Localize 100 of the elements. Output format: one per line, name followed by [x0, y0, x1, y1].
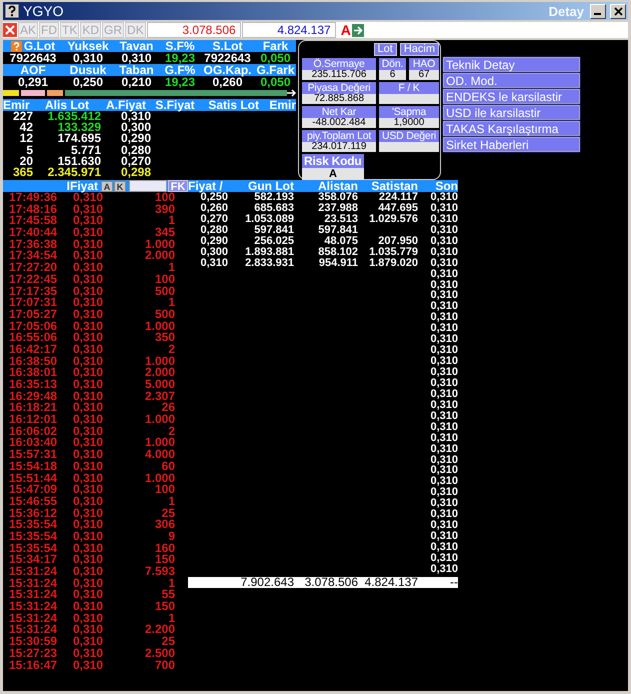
trade-price: 0,310 [72, 660, 104, 672]
table-cell-text: 23.513 [323, 214, 358, 225]
trade-lot: 700 [154, 660, 175, 672]
table-cell-text: 0,310 [199, 258, 228, 269]
close-icon[interactable] [3, 23, 17, 37]
field-label: Ö.Sermaye [302, 58, 376, 70]
trade-time: 15:51:44 [8, 472, 58, 484]
stat-value: 0,310 [72, 52, 104, 64]
trade-time: 15:31:24 [8, 589, 58, 602]
table-cell-text: 0,310 [429, 509, 458, 520]
order-count: 12 [18, 133, 33, 145]
trade-price: 0,310 [72, 274, 104, 286]
stat-value: 0,050 [259, 76, 292, 88]
field-label: USD Değeri [379, 130, 439, 142]
menu-button[interactable]: Teknik Detay [443, 57, 580, 72]
sort-button[interactable]: A [101, 180, 113, 192]
stat-value: 19,23 [164, 52, 196, 64]
toolbar-tab[interactable]: AK [18, 22, 38, 38]
trade-lot: 25 [160, 636, 175, 648]
toolbar-tab[interactable]: DK [125, 22, 146, 38]
column-header: G.F% [164, 64, 196, 76]
trade-price: 0,310 [72, 332, 104, 344]
table-cell-text: 0,310 [429, 323, 458, 334]
column-header: Emir [3, 99, 33, 111]
field-label: 'Sapma [379, 106, 439, 118]
trade-time: 17:34:54 [8, 250, 58, 262]
buy-total: 3.078.506 [146, 22, 241, 38]
trade-time: 16:42:17 [8, 344, 58, 356]
stat-value: 0,260 [212, 76, 243, 88]
trade-time: 15:34:17 [8, 554, 58, 566]
mode-button[interactable]: Hacim [400, 43, 439, 56]
mode-button[interactable]: Lot [374, 43, 397, 56]
table-cell-text: 0,310 [429, 224, 458, 236]
column-header: Alistan [294, 180, 358, 192]
table-cell-text: 0,310 [429, 356, 458, 367]
toolbar-tab[interactable]: FD [39, 22, 60, 38]
table-cell-text: 0,310 [429, 258, 458, 269]
table-cell-text: 0,310 [429, 432, 458, 444]
trade-price: 0,310 [72, 320, 104, 332]
column-header: A.Fiyat [101, 99, 151, 111]
table-cell-text: 0,310 [429, 280, 458, 290]
table-cell-text: 1.029.576 [368, 214, 418, 225]
flag-label: A [340, 23, 351, 37]
window-title: YGYO [23, 3, 64, 19]
toolbar-tab[interactable]: TK [60, 22, 80, 38]
field-label: Piyasa Değeri [302, 82, 376, 94]
trade-time: 15:57:31 [8, 449, 58, 461]
menu-button[interactable]: TAKAS Karşılaştırma [443, 121, 580, 136]
field-value: -48.002.484 [302, 118, 376, 128]
column-header: S.F% [165, 40, 195, 52]
menu-button[interactable]: ENDEKS le karsilastir [443, 89, 580, 104]
close-button[interactable] [610, 4, 626, 18]
order-count: 227 [12, 111, 33, 122]
bid-lot: 2.345.971 [46, 166, 101, 178]
stat-value: 0,210 [120, 76, 153, 88]
arrow-icon[interactable] [352, 24, 364, 36]
menu-button[interactable]: Sirket Haberleri [443, 137, 580, 152]
trade-lot: 100 [154, 274, 175, 286]
table-cell-text: 237.988 [317, 202, 358, 214]
table-cell-text: 48.075 [323, 236, 358, 247]
trade-time: 17:40:44 [8, 227, 58, 239]
toolbar-tab[interactable]: KD [80, 22, 102, 38]
trade-price: 0,310 [72, 496, 104, 508]
total-cell-text: -- [449, 576, 458, 588]
field-value: A [302, 168, 364, 180]
trade-time: 15:31:24 [8, 612, 58, 624]
table-cell-text: 685.683 [253, 202, 294, 214]
trade-lot: 350 [154, 332, 175, 344]
field-value [379, 94, 439, 104]
total-cell-text: 4.824.137 [364, 576, 418, 588]
trade-time: 16:03:40 [8, 437, 58, 450]
trade-time: 17:49:36 [8, 192, 58, 204]
trade-time: 17:05:27 [8, 308, 58, 321]
field-label: HAO [409, 58, 439, 70]
trade-price: 0,310 [72, 530, 104, 543]
sort-button[interactable]: K [114, 180, 126, 192]
toolbar-tab[interactable]: GR [102, 22, 124, 38]
trade-lot: 1.000 [144, 356, 175, 368]
field-value: 6 [379, 70, 406, 80]
trade-price: 0,310 [73, 192, 104, 204]
column-header: IFiyat [66, 179, 98, 193]
field-value [379, 142, 439, 152]
filter-field[interactable] [129, 180, 167, 192]
help-icon[interactable] [5, 4, 19, 18]
table-cell-text: 0,310 [429, 454, 458, 466]
trade-time: 16:38:50 [8, 356, 58, 368]
table-cell-text: 597.841 [253, 224, 294, 236]
trade-lot: 1.000 [144, 414, 175, 426]
table-cell-text: 447.695 [377, 202, 418, 214]
menu-button[interactable]: USD ile karsilastir [443, 105, 580, 120]
table-cell-text: 0,310 [429, 388, 458, 400]
trade-lot: 1.000 [144, 472, 175, 484]
table-cell-text: 0,310 [429, 410, 458, 422]
table-cell-text: 1.893.881 [244, 246, 294, 258]
table-cell-text: 0,310 [429, 192, 458, 203]
filter-button[interactable]: FK [168, 180, 188, 192]
minimize-button[interactable] [590, 4, 606, 18]
menu-button[interactable]: OD. Mod. [443, 73, 580, 88]
trade-price: 0,310 [72, 589, 104, 602]
bid-lot: 133.329 [58, 122, 101, 134]
